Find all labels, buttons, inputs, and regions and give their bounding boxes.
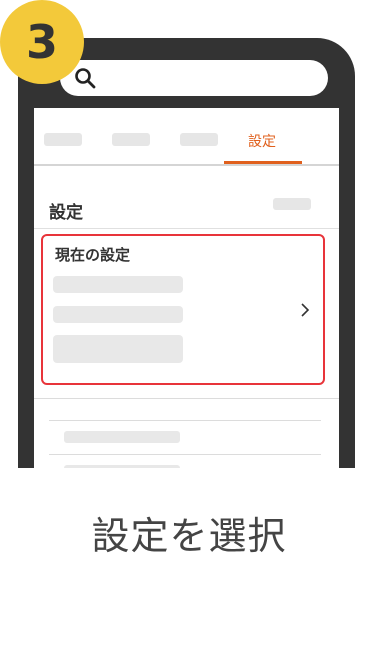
chevron-right-icon [301,303,310,317]
section-action-placeholder [273,198,311,210]
current-settings-card[interactable]: 現在の設定 [41,234,325,385]
tab-bar: 設定 [34,108,339,166]
tab-placeholder-3[interactable] [180,133,218,146]
card-title: 現在の設定 [55,246,131,264]
list-item-placeholder[interactable] [64,431,180,443]
list-item-placeholder[interactable] [64,465,180,468]
active-tab-indicator [224,161,302,164]
section-title: 設定 [49,203,83,223]
tab-settings[interactable]: 設定 [248,131,276,151]
list-divider-3 [49,454,321,455]
step-badge: 3 [0,0,84,84]
search-bar[interactable] [60,60,328,96]
text-placeholder-2 [53,306,183,323]
tab-placeholder-1[interactable] [44,133,82,146]
tab-placeholder-2[interactable] [112,133,150,146]
text-placeholder-3 [53,335,183,363]
search-icon [75,68,96,89]
divider [34,228,339,229]
list-divider-1 [34,398,339,399]
text-placeholder-1 [53,276,183,293]
list-divider-2 [49,420,321,421]
step-caption: 設定を選択 [91,514,287,558]
phone-screen: 設定 設定 現在の設定 [34,108,339,468]
